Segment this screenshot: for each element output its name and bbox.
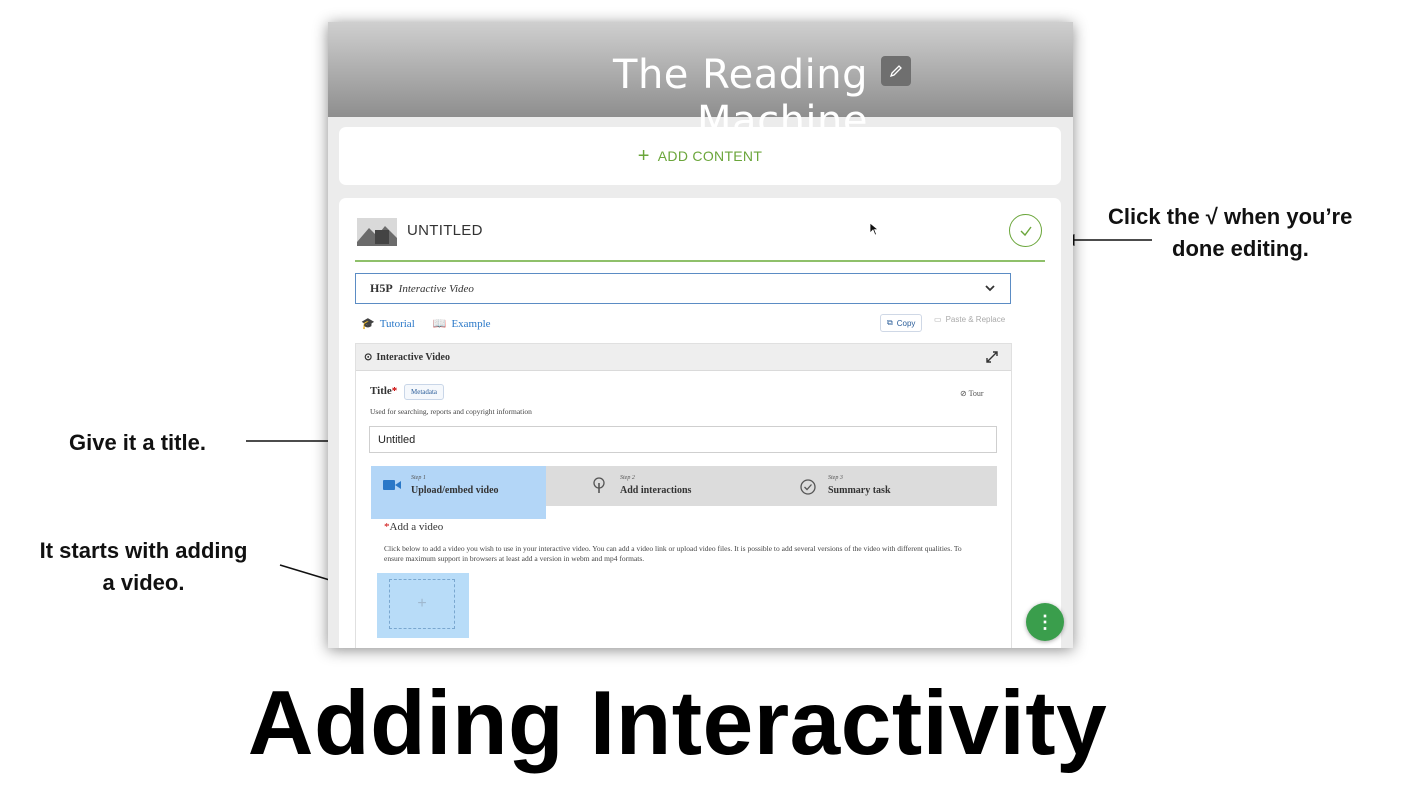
step-tabs: Step 1 Upload/embed video Step 2 Add int… [371, 466, 997, 519]
add-video-description: Click below to add a video you wish to u… [384, 544, 962, 563]
check-icon [1020, 226, 1032, 236]
copy-button[interactable]: ⧉ Copy [880, 314, 923, 332]
step-label: Upload/embed video [411, 485, 499, 496]
video-annotation-line2: a video. [102, 570, 185, 595]
video-annotation-line1: It starts with adding [39, 538, 248, 563]
app-window: The Reading Machine + ADD CONTENT UNTITL… [328, 22, 1073, 648]
paste-replace-button[interactable]: ▭ Paste & Replace [934, 315, 1005, 324]
pencil-icon [889, 65, 902, 78]
video-annotation: It starts with adding a video. [16, 535, 271, 599]
title-description: Used for searching, reports and copyrigh… [370, 407, 532, 416]
step-number: Step 2 [620, 475, 635, 481]
tab-add-interactions[interactable]: Step 2 Add interactions [580, 466, 780, 506]
copy-icon: ⧉ [887, 318, 893, 327]
title-field-label: Title* [370, 385, 397, 397]
help-links: 🎓 Tutorial 📖 Example [361, 317, 491, 330]
done-annotation: Click the √ when you’re done editing. [1108, 201, 1408, 265]
tutorial-label: Tutorial [379, 318, 415, 330]
tutorial-link[interactable]: 🎓 Tutorial [361, 317, 415, 330]
done-annotation-line2: done editing. [1172, 236, 1309, 261]
tour-button[interactable]: ⊘ Tour [960, 389, 984, 398]
add-video-text: Add a video [389, 521, 444, 533]
metadata-button[interactable]: Metadata [404, 384, 445, 400]
check-circle-icon [800, 479, 816, 495]
vertical-dots-icon: ⋮ [1036, 611, 1054, 632]
done-editing-button[interactable] [1009, 214, 1042, 247]
done-annotation-line1: Click the √ when you’re [1108, 204, 1353, 229]
tab-summary-task[interactable]: Step 3 Summary task [788, 466, 997, 506]
fullscreen-icon[interactable] [985, 350, 999, 364]
content-type-label: Interactive Video [398, 282, 474, 295]
step-number: Step 1 [411, 475, 426, 481]
clipboard-icon: ▭ [934, 315, 942, 324]
example-link[interactable]: 📖 Example [433, 317, 491, 330]
panel-header: ⊙ Interactive Video [356, 344, 1011, 371]
interactive-video-panel: ⊙ Interactive Video Title* Metadata ⊘ To… [355, 343, 1012, 648]
plus-icon: + [417, 595, 427, 612]
content-type-select[interactable]: H5P Interactive Video [355, 273, 1011, 304]
book-icon: 📖 [432, 318, 447, 330]
add-video-label: *Add a video [384, 521, 443, 533]
mouse-cursor-icon [869, 222, 879, 236]
graduation-cap-icon: 🎓 [361, 318, 375, 330]
step-number: Step 3 [828, 475, 843, 481]
edit-title-button[interactable] [881, 56, 911, 86]
tab-upload-embed-video[interactable]: Step 1 Upload/embed video [371, 466, 546, 519]
step-label: Add interactions [620, 485, 692, 496]
title-input[interactable]: Untitled [369, 426, 997, 453]
example-label: Example [451, 318, 491, 330]
title-label-text: Title [370, 385, 392, 397]
content-name: UNTITLED [407, 222, 483, 239]
touch-icon [593, 477, 605, 493]
video-camera-icon [383, 480, 401, 490]
content-card: UNTITLED H5P Interactive Video 🎓 Tutorial… [339, 198, 1061, 648]
tour-label: Tour [968, 389, 984, 398]
slide-title: Adding Interactivity [247, 673, 1108, 774]
more-options-button[interactable]: ⋮ [1026, 603, 1064, 641]
add-video-dropzone: + [389, 579, 455, 629]
chevron-down-icon [985, 285, 995, 292]
plus-icon: + [637, 144, 650, 167]
add-content-label: ADD CONTENT [657, 148, 763, 164]
paste-replace-label: Paste & Replace [945, 315, 1006, 324]
required-mark: * [391, 385, 398, 397]
window-header: The Reading Machine [328, 22, 1073, 144]
divider [355, 260, 1045, 262]
tour-icon: ⊘ [960, 389, 969, 398]
title-annotation: Give it a title. [69, 430, 206, 455]
add-content-button[interactable]: + ADD CONTENT [339, 127, 1061, 185]
h5p-logo: H5P [370, 281, 393, 295]
add-video-button[interactable]: + [377, 573, 469, 638]
copy-label: Copy [896, 318, 916, 328]
panel-title: Interactive Video [376, 351, 450, 363]
step-label: Summary task [828, 485, 891, 496]
content-thumbnail-icon [357, 218, 397, 246]
play-circle-icon: ⊙ [364, 351, 373, 363]
